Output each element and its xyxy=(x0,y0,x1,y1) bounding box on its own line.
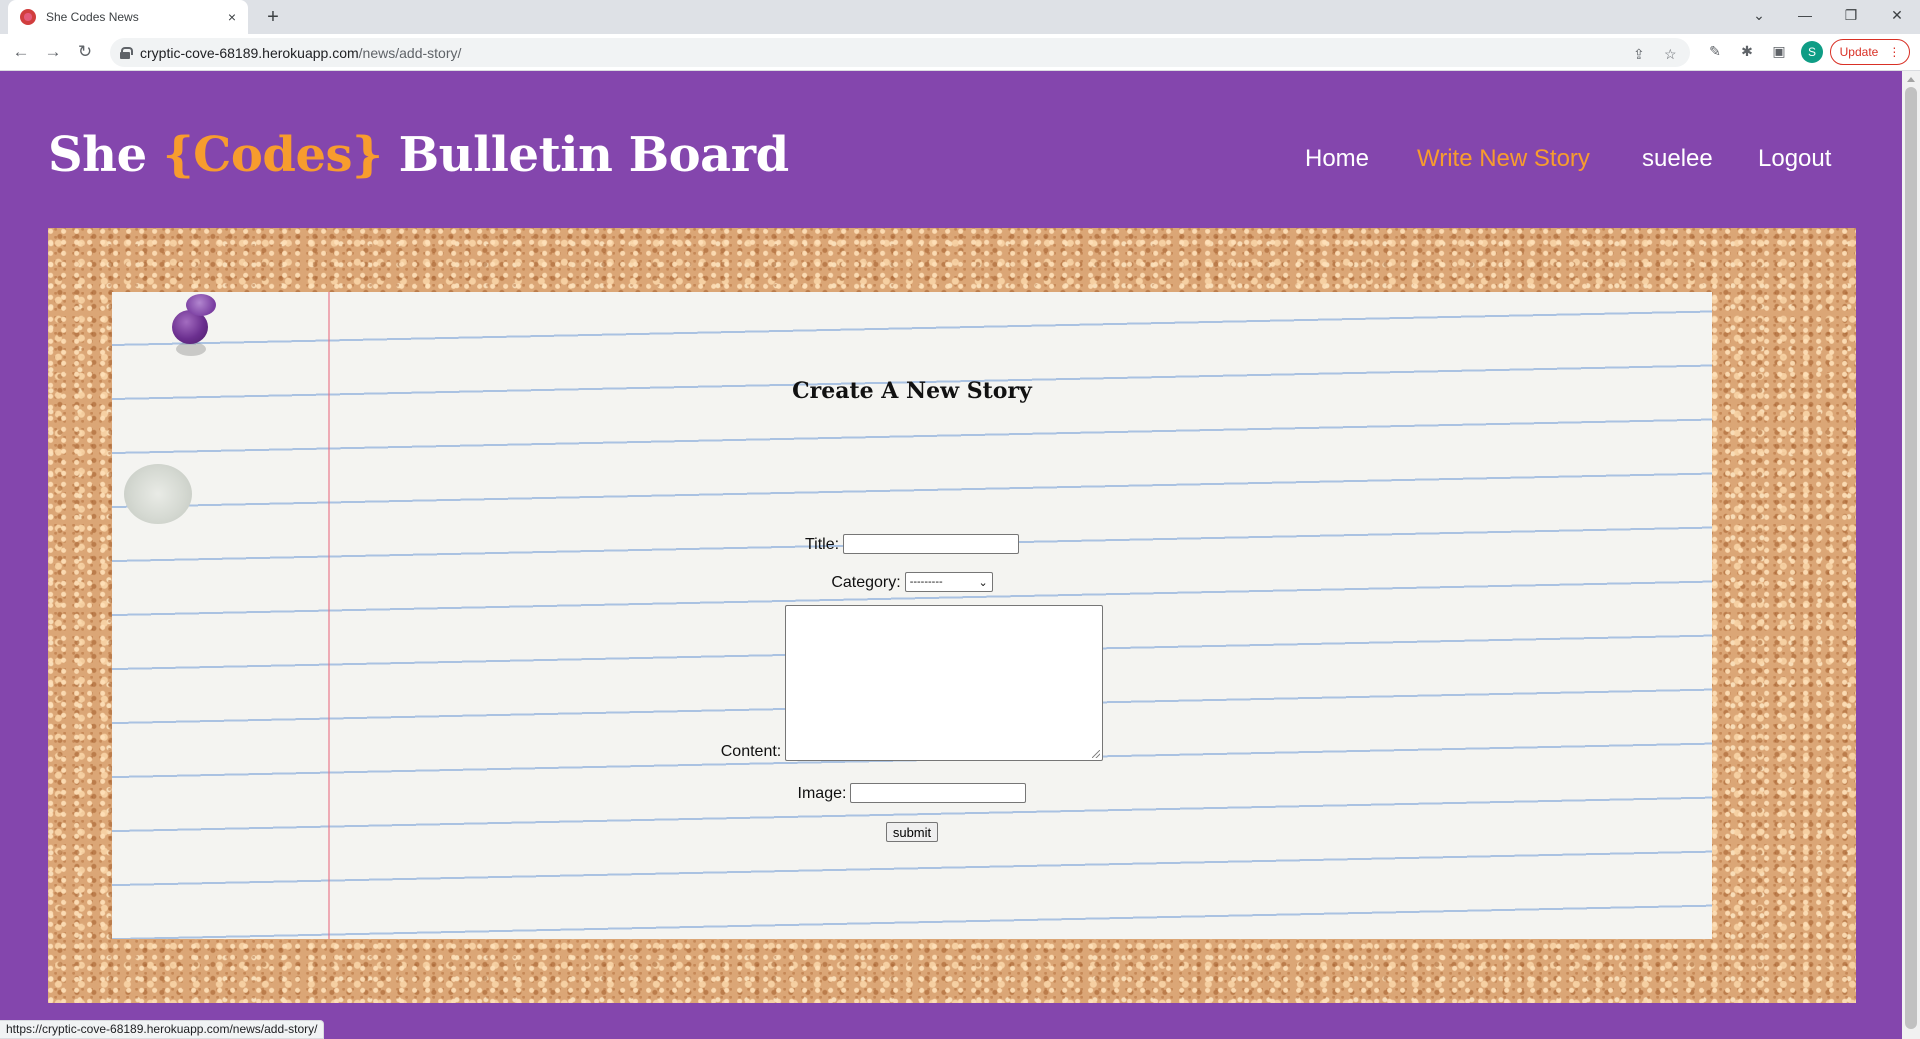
scroll-up-arrow-icon[interactable] xyxy=(1907,77,1915,82)
update-button[interactable]: Update ⋮ xyxy=(1830,39,1910,65)
more-menu-icon: ⋮ xyxy=(1888,45,1901,59)
category-select[interactable]: --------- ⌄ xyxy=(904,572,993,592)
back-icon[interactable]: ← xyxy=(9,40,33,64)
image-row: Image: xyxy=(112,783,1712,803)
content-row: Content: xyxy=(112,605,1712,761)
site-title[interactable]: She {Codes} Bulletin Board xyxy=(48,127,789,183)
minimize-icon[interactable]: — xyxy=(1782,0,1828,30)
browser-toolbar: ← → ↻ cryptic-cove-68189.herokuapp.com/n… xyxy=(0,34,1920,71)
new-tab-button[interactable]: + xyxy=(260,4,286,30)
browser-tab[interactable]: She Codes News × xyxy=(8,0,248,34)
close-window-icon[interactable]: ✕ xyxy=(1874,0,1920,30)
site-title-codes: {Codes} xyxy=(162,127,383,183)
url-host: cryptic-cove-68189.herokuapp.com xyxy=(140,44,359,61)
bookmark-star-icon[interactable]: ☆ xyxy=(1664,46,1677,63)
site-title-bulletin: Bulletin Board xyxy=(382,127,790,183)
category-selected-value: --------- xyxy=(909,576,943,588)
update-label: Update xyxy=(1839,45,1879,59)
restore-icon[interactable]: ❐ xyxy=(1828,0,1874,30)
submit-row: submit xyxy=(112,822,1712,842)
page-scrollbar[interactable] xyxy=(1902,71,1920,1039)
address-bar[interactable]: cryptic-cove-68189.herokuapp.com/news/ad… xyxy=(110,38,1690,67)
status-bar-url: https://cryptic-cove-68189.herokuapp.com… xyxy=(0,1020,325,1039)
browser-tab-bar: She Codes News × + ⌄ — ❐ ✕ xyxy=(0,0,1920,34)
forward-icon[interactable]: → xyxy=(41,40,65,64)
pushpin-icon xyxy=(172,294,216,358)
paper-hole xyxy=(124,464,192,524)
submit-button[interactable]: submit xyxy=(885,822,939,842)
form-heading: Create A New Story xyxy=(792,378,1032,404)
share-icon[interactable]: ⇪ xyxy=(1633,46,1645,63)
profile-avatar[interactable]: S xyxy=(1801,41,1823,63)
site-favicon-icon xyxy=(20,9,36,25)
tab-search-icon[interactable]: ⌄ xyxy=(1736,0,1782,30)
side-panel-icon[interactable]: ▣ xyxy=(1771,43,1787,59)
extension-pencil-icon[interactable]: ✎ xyxy=(1707,43,1723,59)
image-label: Image: xyxy=(797,785,847,802)
lock-icon xyxy=(120,46,133,59)
nav-write-new-story[interactable]: Write New Story xyxy=(1417,145,1590,173)
content-label: Content: xyxy=(720,743,782,760)
content-textarea[interactable] xyxy=(785,605,1104,761)
notebook-paper: Create A New Story Title: Category: ----… xyxy=(112,292,1712,939)
nav-logout[interactable]: Logout xyxy=(1758,145,1831,173)
extensions-puzzle-icon[interactable]: ✱ xyxy=(1739,43,1755,59)
tab-title: She Codes News xyxy=(46,10,139,24)
chevron-down-icon: ⌄ xyxy=(978,576,988,589)
nav-home[interactable]: Home xyxy=(1305,145,1369,173)
site-title-she: She xyxy=(48,127,163,183)
title-input[interactable] xyxy=(843,534,1020,554)
page: She {Codes} Bulletin Board Home Write Ne… xyxy=(0,71,1902,1039)
title-row: Title: xyxy=(112,534,1712,554)
title-label: Title: xyxy=(804,536,840,553)
url-path: /news/add-story/ xyxy=(358,44,462,61)
reload-icon[interactable]: ↻ xyxy=(73,40,97,64)
category-label: Category: xyxy=(831,574,901,591)
category-row: Category: --------- ⌄ xyxy=(112,572,1712,592)
corkboard: Create A New Story Title: Category: ----… xyxy=(48,228,1856,1003)
tab-close-icon[interactable]: × xyxy=(228,9,236,25)
image-input[interactable] xyxy=(850,783,1027,803)
scrollbar-thumb[interactable] xyxy=(1905,87,1917,1029)
nav-user[interactable]: suelee xyxy=(1642,145,1713,173)
